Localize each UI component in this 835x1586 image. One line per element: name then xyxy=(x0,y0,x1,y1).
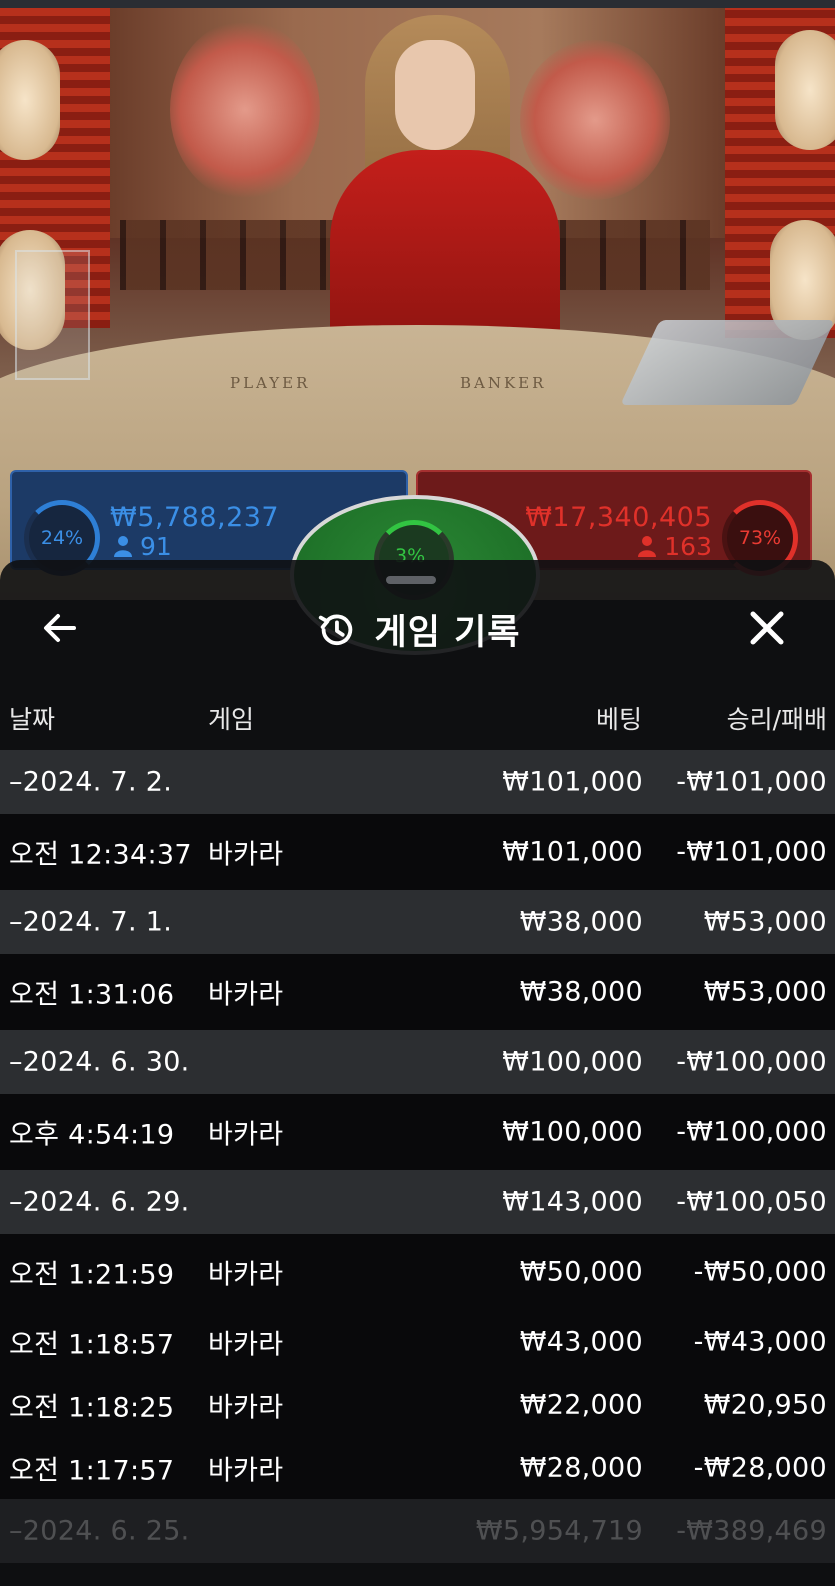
history-cell-date: 오후 4:54:19 xyxy=(9,1119,175,1151)
history-round-row[interactable]: 오전 1:21:59 바카라 ₩50,000 -₩50,000 xyxy=(0,1234,835,1310)
history-cell-result: -₩100,050 xyxy=(676,1186,827,1218)
history-cell-bet: ₩100,000 xyxy=(502,1046,643,1078)
history-cell-result: -₩43,000 xyxy=(693,1326,827,1357)
history-cell-date: 오전 1:18:25 xyxy=(9,1392,175,1423)
sheet-header: 게임 기록 xyxy=(0,596,835,660)
history-cell-date: –2024. 6. 30. xyxy=(9,1046,190,1078)
history-cell-bet: ₩101,000 xyxy=(502,766,643,798)
history-cell-bet: ₩5,954,719 xyxy=(475,1515,643,1547)
history-cell-bet: ₩50,000 xyxy=(519,1256,643,1288)
history-cell-game: 바카라 xyxy=(208,1119,284,1151)
player-bettor-count: 91 xyxy=(114,532,172,561)
history-cell-result: -₩28,000 xyxy=(693,1452,827,1483)
history-cell-game: 바카라 xyxy=(208,839,284,871)
column-header-date: 날짜 xyxy=(9,705,56,734)
history-cell-date: 오전 1:18:57 xyxy=(9,1329,175,1360)
history-cell-game: 바카라 xyxy=(208,1259,284,1291)
player-count-value: 91 xyxy=(139,532,172,561)
banker-total-amount: ₩17,340,405 xyxy=(525,502,712,533)
history-icon xyxy=(318,614,352,645)
table-player-label: PLAYER xyxy=(230,374,311,392)
history-cell-date: 오전 1:21:59 xyxy=(9,1259,175,1291)
history-round-row[interactable]: 오전 1:18:25 바카라 ₩22,000 ₩20,950 xyxy=(0,1373,835,1436)
lantern xyxy=(0,40,60,160)
dealer-face xyxy=(395,40,475,150)
user-icon xyxy=(638,536,657,557)
history-cell-date: –2024. 6. 25. xyxy=(9,1515,190,1547)
history-date-group-row[interactable]: –2024. 6. 30. ₩100,000 -₩100,000 xyxy=(0,1030,835,1094)
history-cell-date: 오전 1:31:06 xyxy=(9,979,175,1011)
history-round-row[interactable]: 오후 4:54:19 바카라 ₩100,000 -₩100,000 xyxy=(0,1094,835,1170)
history-cell-bet: ₩22,000 xyxy=(519,1389,643,1420)
column-header-game: 게임 xyxy=(208,705,255,734)
game-history-sheet: 게임 기록 날짜 게임 베팅 승리/패배 –2024. 7. 2. ₩101,00… xyxy=(0,560,835,1586)
history-cell-bet: ₩100,000 xyxy=(502,1116,643,1148)
history-cell-bet: ₩43,000 xyxy=(519,1326,643,1357)
history-cell-game: 바카라 xyxy=(208,1392,284,1423)
history-cell-bet: ₩38,000 xyxy=(519,976,643,1008)
banker-count-value: 163 xyxy=(664,532,712,561)
close-button[interactable] xyxy=(745,606,789,650)
sheet-title: 게임 기록 xyxy=(374,613,521,653)
history-round-row[interactable]: 오전 1:17:57 바카라 ₩28,000 -₩28,000 xyxy=(0,1436,835,1499)
history-cell-game: 바카라 xyxy=(208,979,284,1011)
table-banker-label: BANKER xyxy=(460,374,547,392)
discard-box xyxy=(15,250,90,380)
lantern xyxy=(775,30,835,150)
history-cell-bet: ₩143,000 xyxy=(502,1186,643,1218)
history-cell-game: 바카라 xyxy=(208,1329,284,1360)
history-cell-date: 오전 12:34:37 xyxy=(9,839,192,871)
column-header-bet: 베팅 xyxy=(595,705,642,734)
history-cell-result: ₩20,950 xyxy=(703,1389,827,1420)
player-total-amount: ₩5,788,237 xyxy=(110,502,280,533)
history-round-row[interactable]: 오전 1:18:57 바카라 ₩43,000 -₩43,000 xyxy=(0,1310,835,1373)
sheet-drag-handle[interactable] xyxy=(386,576,436,584)
history-cell-result: -₩50,000 xyxy=(693,1256,827,1288)
history-date-group-row[interactable]: –2024. 7. 2. ₩101,000 -₩101,000 xyxy=(0,750,835,814)
player-percent: 24% xyxy=(40,527,84,549)
history-cell-result: ₩53,000 xyxy=(703,906,827,938)
history-date-group-row[interactable]: –2024. 7. 1. ₩38,000 ₩53,000 xyxy=(0,890,835,954)
history-cell-bet: ₩101,000 xyxy=(502,836,643,868)
dealer-body xyxy=(330,150,560,350)
history-cell-date: 오전 1:17:57 xyxy=(9,1455,175,1486)
history-cell-date: –2024. 7. 1. xyxy=(9,906,173,938)
history-cell-result: -₩389,469 xyxy=(676,1515,827,1547)
history-cell-date: –2024. 7. 2. xyxy=(9,766,173,798)
history-cell-date: –2024. 6. 29. xyxy=(9,1186,190,1218)
blossom-decor xyxy=(170,20,320,200)
history-cell-result: -₩101,000 xyxy=(676,836,827,868)
history-cell-bet: ₩28,000 xyxy=(519,1452,643,1483)
column-header-result: 승리/패배 xyxy=(726,705,827,734)
history-date-group-row[interactable]: –2024. 6. 29. ₩143,000 -₩100,050 xyxy=(0,1170,835,1234)
banker-bettor-count: 163 xyxy=(638,532,712,561)
history-cell-result: -₩100,000 xyxy=(676,1116,827,1148)
top-bar xyxy=(0,0,835,8)
sheet-title-group: 게임 기록 xyxy=(0,604,835,655)
history-date-group-row[interactable]: –2024. 6. 25. ₩5,954,719 -₩389,469 xyxy=(0,1499,835,1563)
banker-percent: 73% xyxy=(738,527,782,549)
history-cell-result: -₩100,000 xyxy=(676,1046,827,1078)
history-cell-game: 바카라 xyxy=(208,1455,284,1486)
history-column-headers: 날짜 게임 베팅 승리/패배 xyxy=(0,700,835,750)
blossom-decor xyxy=(520,40,670,200)
history-list: –2024. 7. 2. ₩101,000 -₩101,000 오전 12:34:37… xyxy=(0,750,835,1563)
history-round-row[interactable]: 오전 12:34:37 바카라 ₩101,000 -₩101,000 xyxy=(0,814,835,890)
history-round-row[interactable]: 오전 1:31:06 바카라 ₩38,000 ₩53,000 xyxy=(0,954,835,1030)
user-icon xyxy=(114,536,132,557)
history-cell-bet: ₩38,000 xyxy=(519,906,643,938)
history-cell-result: ₩53,000 xyxy=(703,976,827,1008)
history-cell-result: -₩101,000 xyxy=(676,766,827,798)
close-icon xyxy=(750,611,784,645)
